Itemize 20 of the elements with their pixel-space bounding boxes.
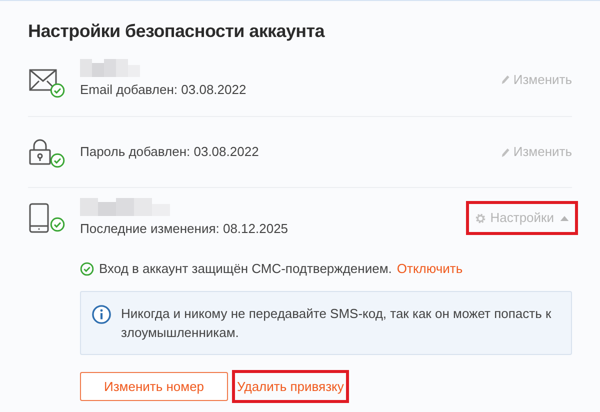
item-caption: Email добавлен: 03.08.2022: [80, 81, 248, 100]
settings-toggle[interactable]: Настройки: [472, 207, 572, 229]
item-caption: Последние изменения: 08.12.2025: [80, 220, 290, 238]
edit-link[interactable]: Изменить: [501, 142, 572, 162]
unlink-button[interactable]: Удалить привязку: [235, 373, 346, 400]
disable-link[interactable]: Отключить: [396, 259, 463, 279]
padlock-icon: [29, 139, 51, 165]
check-circle-icon: [80, 262, 94, 276]
item-caption: Пароль добавлен: 03.08.2022: [80, 143, 260, 162]
phone-icon: [29, 203, 49, 233]
pencil-icon: [501, 146, 510, 158]
change-number-button[interactable]: Изменить номер: [80, 372, 228, 401]
pencil-icon: [501, 74, 510, 85]
info-icon: [92, 305, 111, 324]
notice-text: Никогда и никому не передавайте SMS-код, так как он может попасть к злоумышленникам.: [121, 305, 552, 342]
edit-link[interactable]: Изменить: [501, 70, 572, 90]
page-title: Настройки безопасности аккаунта: [28, 20, 326, 43]
protection-status: Вход в аккаунт защищён СМС-подтверждением.: [99, 260, 392, 278]
envelope-icon: [29, 68, 57, 90]
gear-icon: [475, 212, 486, 224]
